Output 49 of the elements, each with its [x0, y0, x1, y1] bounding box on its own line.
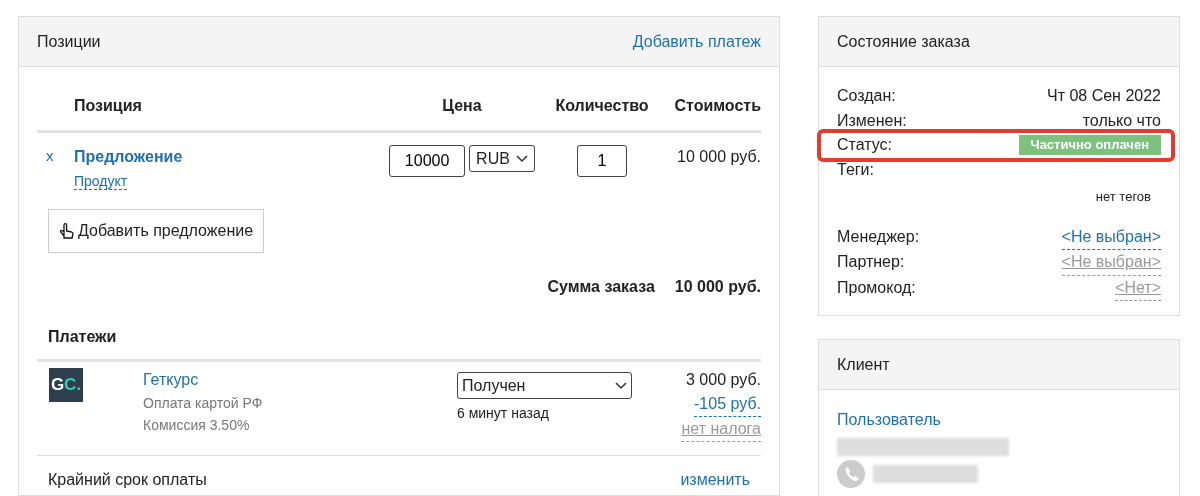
pointer-hand-icon — [59, 222, 75, 240]
commission-text: Комиссия 3.50% — [143, 416, 251, 435]
payment-method: Оплата картой РФ — [143, 394, 264, 413]
field-label: Промокод: — [837, 277, 916, 298]
status-select[interactable]: Получен — [457, 372, 632, 399]
column-header: Количество — [555, 97, 649, 114]
item-cost: 10 000 руб. — [677, 148, 761, 165]
currency-select[interactable]: RUB — [469, 145, 535, 172]
section-title: Платежи — [47, 327, 118, 347]
user-link[interactable]: Пользователь — [837, 411, 941, 428]
manager-link[interactable]: <Не выбран> — [1061, 224, 1161, 250]
payment-amount: 3 000 руб. — [686, 370, 761, 390]
field-label: Менеджер: — [837, 226, 920, 247]
phone-icon — [837, 460, 865, 488]
column-header: Стоимость — [674, 97, 761, 114]
field-value: Чт 08 Сен 2022 — [1047, 86, 1161, 106]
item-name-link[interactable]: Предложение — [74, 145, 183, 169]
remove-link[interactable]: x — [37, 145, 74, 193]
chevron-icon — [515, 154, 528, 163]
column-header: Цена — [442, 97, 482, 114]
provider-link[interactable]: Геткурс — [143, 368, 457, 392]
change-link[interactable]: изменить — [680, 468, 750, 492]
field-label: Изменен: — [837, 110, 907, 131]
item-type-link[interactable]: Продукт — [74, 173, 128, 190]
provider-logo: GC. — [49, 368, 83, 402]
total-label: Сумма заказа — [547, 277, 655, 297]
field-label: Создан: — [837, 86, 896, 106]
total-amount: 10 000 руб. — [674, 277, 761, 297]
card-title: Состояние заказа — [837, 31, 970, 52]
chevron-icon — [615, 381, 627, 390]
deadline-label: Крайний срок оплаты — [48, 470, 207, 490]
quantity-field[interactable]: 1 — [577, 145, 627, 177]
fee-link[interactable]: -105 руб. — [694, 392, 761, 417]
tax-link[interactable]: нет налога — [681, 417, 761, 442]
tags-empty-text: нет тегов — [1095, 189, 1151, 204]
card-title: Клиент — [837, 354, 890, 375]
select-link[interactable]: <Не выбран> — [1061, 250, 1161, 276]
payment-time: 6 минут назад — [457, 404, 550, 423]
field-label: Теги: — [837, 159, 874, 180]
status-badge: Частично оплачен — [1018, 135, 1161, 156]
price-field[interactable]: 10000 — [389, 145, 466, 177]
select-link[interactable]: <Нет> — [1115, 275, 1161, 301]
add-offer-button[interactable]: Добавить предложение — [48, 209, 265, 253]
column-header: Позиция — [74, 97, 142, 114]
card-title: Позиции — [37, 31, 101, 52]
field-label: Статус: — [837, 135, 893, 155]
field-value: только что — [1082, 110, 1161, 131]
add-payment-link[interactable]: Добавить платеж — [632, 29, 761, 54]
field-label: Партнер: — [837, 252, 905, 272]
